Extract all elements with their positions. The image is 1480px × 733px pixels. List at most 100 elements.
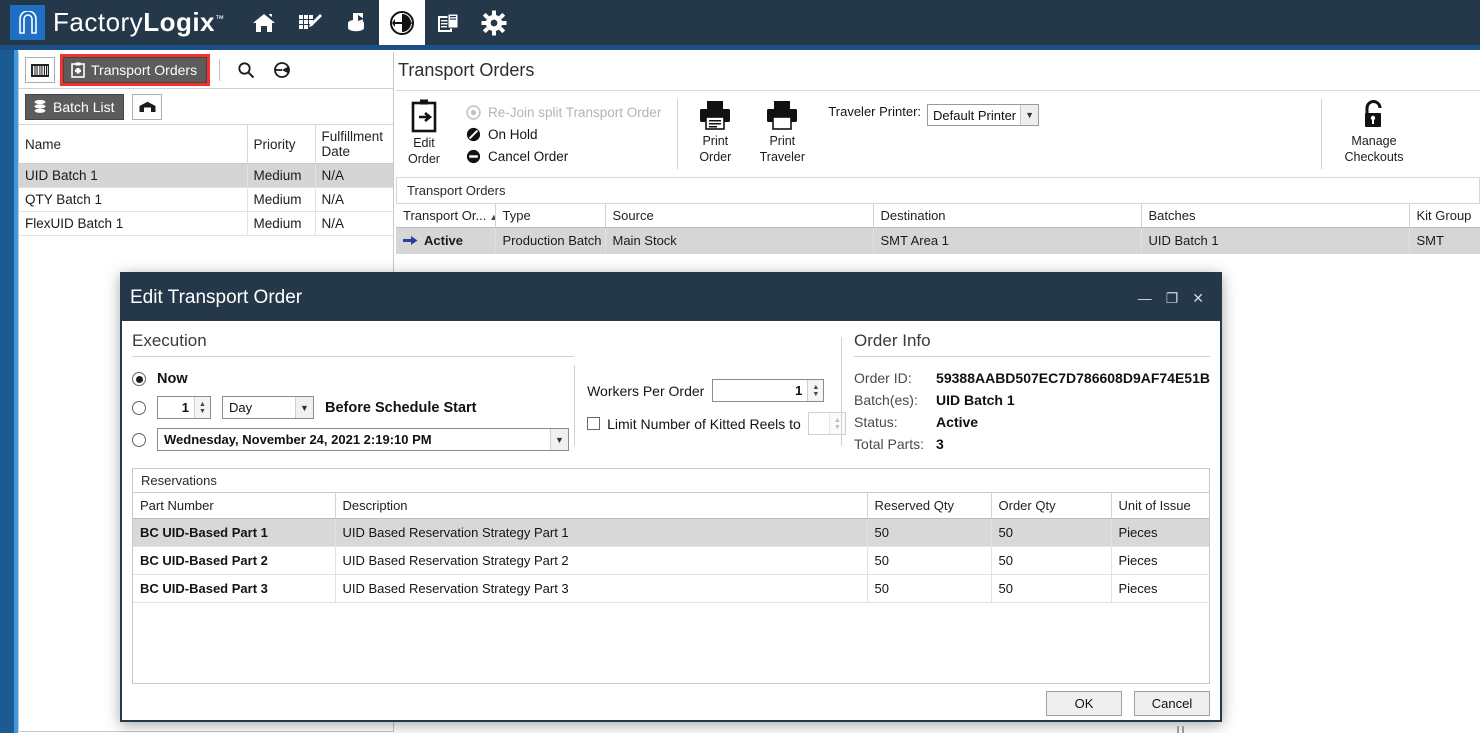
table-row[interactable]: BC UID-Based Part 3 UID Based Reservatio… xyxy=(133,575,1209,603)
cell-description: UID Based Reservation Strategy Part 2 xyxy=(335,547,867,575)
minimize-icon[interactable]: — xyxy=(1138,291,1152,305)
column-header-batches[interactable]: Batches xyxy=(1141,204,1409,228)
offset-value-input[interactable] xyxy=(158,397,194,418)
column-header-unit-of-issue[interactable]: Unit of Issue xyxy=(1111,493,1209,519)
table-row[interactable]: BC UID-Based Part 2 UID Based Reservatio… xyxy=(133,547,1209,575)
search-icon[interactable] xyxy=(232,57,260,83)
column-header-destination[interactable]: Destination xyxy=(873,204,1141,228)
dialog-body: Execution Now ▲▼ xyxy=(122,321,1220,724)
edit-order-icon xyxy=(409,99,439,135)
tab-batch-list[interactable]: Batch List xyxy=(25,94,124,120)
stack-icon xyxy=(33,99,47,115)
barcode-icon[interactable] xyxy=(25,57,55,83)
radio-datetime[interactable] xyxy=(132,433,146,447)
clipboard-icon xyxy=(71,62,85,78)
nav-planning-icon[interactable] xyxy=(287,0,333,45)
warehouse-icon[interactable] xyxy=(132,94,162,120)
execution-title: Execution xyxy=(132,329,574,356)
rejoin-icon xyxy=(466,105,481,120)
ribbon-divider-2 xyxy=(1321,99,1322,169)
column-header-source[interactable]: Source xyxy=(605,204,873,228)
nav-materials-icon[interactable] xyxy=(333,0,379,45)
stepper-down-icon[interactable]: ▼ xyxy=(812,391,819,398)
table-row[interactable]: FlexUID Batch 1 Medium N/A xyxy=(19,212,393,236)
tab-transport-orders[interactable]: Transport Orders xyxy=(63,57,207,83)
nav-gear-icon[interactable] xyxy=(471,0,517,45)
brand-title-bold: Logix xyxy=(143,7,215,37)
rejoin-split-transport-order-label: Re-Join split Transport Order xyxy=(488,105,661,120)
stepper-up-icon[interactable]: ▲ xyxy=(812,384,819,391)
left-panel-toolbar: Transport Orders xyxy=(19,52,393,88)
column-header-kit-group[interactable]: Kit Group xyxy=(1409,204,1480,228)
edit-transport-order-dialog: Edit Transport Order — ❐ ✕ Execution Now xyxy=(120,272,1222,722)
cell-order-qty: 50 xyxy=(991,519,1111,547)
on-hold-button[interactable]: On Hold xyxy=(466,127,661,142)
stepper-up-icon[interactable]: ▲ xyxy=(199,401,206,408)
datetime-picker[interactable]: Wednesday, November 24, 2021 2:19:10 PM … xyxy=(157,428,569,451)
workers-per-order-stepper[interactable]: ▲▼ xyxy=(712,379,824,402)
nav-home-icon[interactable] xyxy=(241,0,287,45)
tab-batch-list-label: Batch List xyxy=(53,99,114,115)
status-row: Status: Active xyxy=(854,414,1210,430)
table-row[interactable]: UID Batch 1 Medium N/A xyxy=(19,164,393,188)
table-row[interactable]: BC UID-Based Part 1 UID Based Reservatio… xyxy=(133,519,1209,547)
execution-option-now[interactable]: Now xyxy=(132,371,574,387)
cancel-order-button[interactable]: Cancel Order xyxy=(466,149,661,164)
radio-offset[interactable] xyxy=(132,401,146,415)
cell-type: Production Batch xyxy=(495,228,605,254)
radio-now[interactable] xyxy=(132,372,146,386)
refresh-icon[interactable] xyxy=(268,57,296,83)
offset-value-stepper[interactable]: ▲▼ xyxy=(157,396,211,419)
column-header-reserved-qty[interactable]: Reserved Qty xyxy=(867,493,991,519)
dialog-title-bar[interactable]: Edit Transport Order — ❐ ✕ xyxy=(122,274,1220,321)
offset-stepper-buttons[interactable]: ▲▼ xyxy=(194,397,210,418)
workers-per-order-input[interactable] xyxy=(713,380,807,401)
execution-option-datetime[interactable]: Wednesday, November 24, 2021 2:19:10 PM … xyxy=(132,428,574,451)
nav-logistics-icon[interactable] xyxy=(379,0,425,45)
limit-kitted-reels-checkbox[interactable] xyxy=(587,417,600,430)
horizontal-splitter-handle[interactable] xyxy=(1173,726,1187,733)
manage-checkouts-button[interactable]: Manage Checkouts xyxy=(1328,91,1420,177)
column-header-priority[interactable]: Priority xyxy=(247,125,315,164)
table-row[interactable]: QTY Batch 1 Medium N/A xyxy=(19,188,393,212)
column-header-part-number[interactable]: Part Number xyxy=(133,493,335,519)
column-header-order-qty[interactable]: Order Qty xyxy=(991,493,1111,519)
rejoin-split-transport-order-button: Re-Join split Transport Order xyxy=(466,105,661,120)
edit-order-button[interactable]: Edit Order xyxy=(396,91,452,177)
order-id-value: 59388AABD507EC7D786608D9AF74E51B xyxy=(936,370,1210,386)
column-header-transport-order[interactable]: Transport Or...▲ xyxy=(396,204,495,228)
offset-unit-select[interactable]: Day ▼ xyxy=(222,396,314,419)
column-header-description[interactable]: Description xyxy=(335,493,867,519)
print-order-button[interactable]: Print Order xyxy=(684,91,746,177)
workers-stepper-buttons[interactable]: ▲▼ xyxy=(807,380,823,401)
limit-kitted-reels-row: Limit Number of Kitted Reels to ▲▼ xyxy=(587,412,841,435)
traveler-printer-select[interactable]: Default Printer ▼ xyxy=(927,104,1039,126)
close-icon[interactable]: ✕ xyxy=(1192,291,1204,305)
print-traveler-button[interactable]: Print Traveler xyxy=(746,91,818,177)
cell-reserved-qty: 50 xyxy=(867,547,991,575)
batches-value: UID Batch 1 xyxy=(936,392,1015,408)
cell-part-number: BC UID-Based Part 3 xyxy=(133,575,335,603)
maximize-icon[interactable]: ❐ xyxy=(1166,291,1179,305)
tab-transport-orders-label: Transport Orders xyxy=(91,62,197,78)
ribbon-action-list: Re-Join split Transport Order On Hold Ca… xyxy=(452,91,671,177)
limit-kitted-reels-input[interactable] xyxy=(809,413,829,434)
nav-reports-icon[interactable] xyxy=(425,0,471,45)
cell-fulfillment-date: N/A xyxy=(315,188,393,212)
stepper-down-icon[interactable]: ▼ xyxy=(834,424,841,431)
stepper-up-icon[interactable]: ▲ xyxy=(834,417,841,424)
column-header-type[interactable]: Type xyxy=(495,204,605,228)
table-row[interactable]: Active Production Batch Main Stock SMT A… xyxy=(396,228,1480,254)
reservations-empty-space xyxy=(133,603,1209,683)
chevron-down-icon: ▼ xyxy=(1020,105,1038,125)
ok-button[interactable]: OK xyxy=(1046,691,1122,716)
cancel-button[interactable]: Cancel xyxy=(1134,691,1210,716)
column-header-fulfillment-date[interactable]: Fulfillment Date xyxy=(315,125,393,164)
print-traveler-label-2: Traveler xyxy=(760,149,805,165)
reservations-caption: Reservations xyxy=(133,469,1209,493)
execution-option-offset[interactable]: ▲▼ Day ▼ Before Schedule Start xyxy=(132,396,574,419)
stepper-down-icon[interactable]: ▼ xyxy=(199,408,206,415)
column-header-name[interactable]: Name xyxy=(19,125,247,164)
chevron-down-icon: ▼ xyxy=(295,397,313,418)
brand-title: FactoryLogix™ xyxy=(53,7,225,38)
